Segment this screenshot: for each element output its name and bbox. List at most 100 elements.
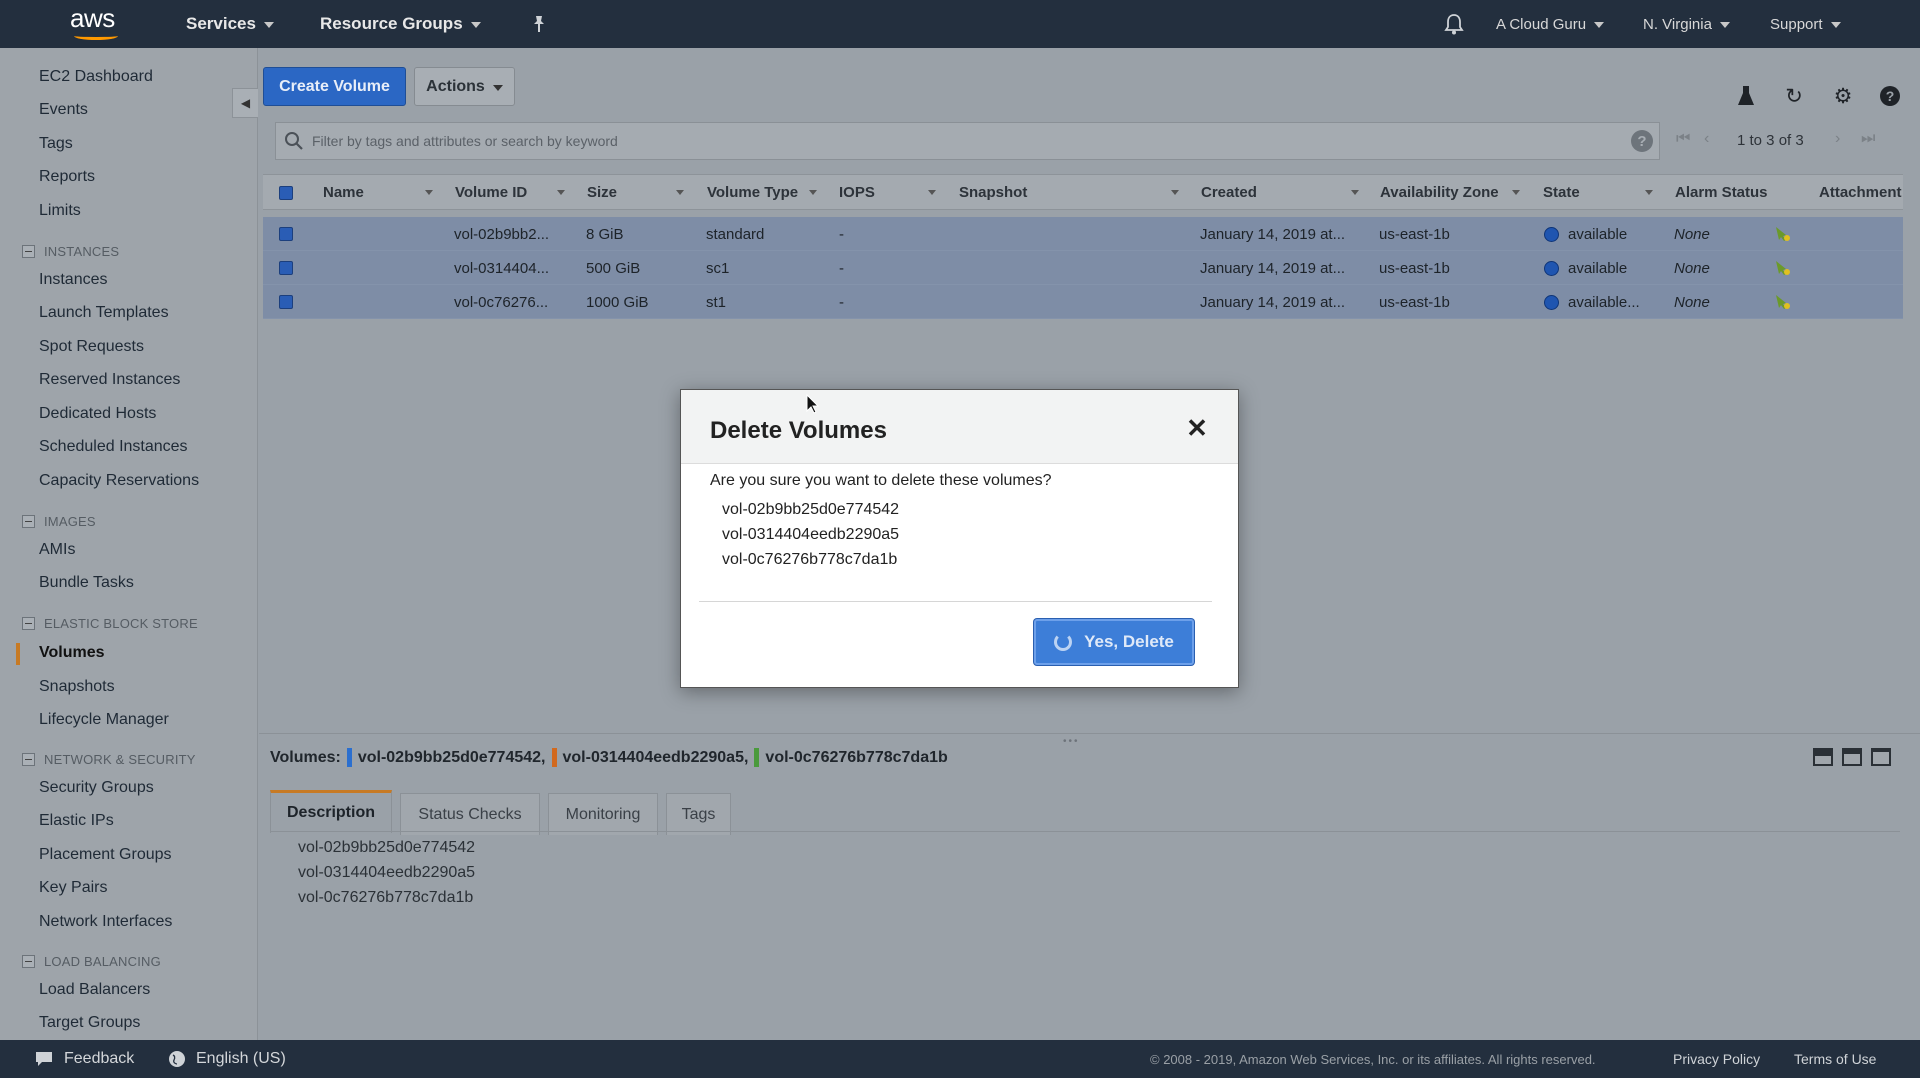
sort-icon[interactable] <box>809 190 817 195</box>
search-help-icon[interactable]: ? <box>1631 130 1653 152</box>
table-row[interactable]: vol-0c76276... 1000 GiB st1 - January 14… <box>263 285 1903 319</box>
feedback-link[interactable]: Feedback <box>34 1050 134 1068</box>
col-alarm-status[interactable]: Alarm Status <box>1675 184 1768 201</box>
attachment-icon[interactable] <box>1773 258 1791 276</box>
sidebar-section-network-security[interactable]: NETWORK & SECURITY <box>22 752 196 767</box>
volume-color-marker <box>551 748 557 767</box>
close-icon[interactable]: ✕ <box>1183 413 1211 443</box>
sidebar-item-volumes[interactable]: Volumes <box>39 644 105 662</box>
terms-of-use-link[interactable]: Terms of Use <box>1794 1051 1876 1067</box>
row-checkbox[interactable] <box>279 261 293 275</box>
sort-icon[interactable] <box>676 190 684 195</box>
row-checkbox[interactable] <box>279 227 293 241</box>
sidebar-section-load-balancing[interactable]: LOAD BALANCING <box>22 954 161 969</box>
help-icon[interactable]: ? <box>1878 84 1902 108</box>
table-row[interactable]: vol-02b9bb2... 8 GiB standard - January … <box>263 217 1903 251</box>
col-iops[interactable]: IOPS <box>839 184 875 201</box>
services-menu[interactable]: Services <box>186 0 274 48</box>
sort-icon[interactable] <box>557 190 565 195</box>
yes-delete-button[interactable]: Yes, Delete <box>1034 619 1194 665</box>
create-volume-button[interactable]: Create Volume <box>263 67 406 106</box>
sidebar-item-spot-requests[interactable]: Spot Requests <box>39 338 144 356</box>
sidebar-item-capacity-reservations[interactable]: Capacity Reservations <box>39 472 199 490</box>
table-row[interactable]: vol-0314404... 500 GiB sc1 - January 14,… <box>263 251 1903 285</box>
sidebar-item-network-interfaces[interactable]: Network Interfaces <box>39 913 172 931</box>
sidebar-item-scheduled-instances[interactable]: Scheduled Instances <box>39 438 188 456</box>
sidebar-item-lifecycle-manager[interactable]: Lifecycle Manager <box>39 711 169 729</box>
sidebar-section-images[interactable]: IMAGES <box>22 514 96 529</box>
account-menu[interactable]: A Cloud Guru <box>1496 0 1605 48</box>
bell-icon[interactable] <box>1444 0 1464 48</box>
next-page-icon[interactable]: › <box>1835 130 1840 148</box>
aws-logo[interactable]: aws <box>70 5 130 42</box>
col-volume-id[interactable]: Volume ID <box>455 184 527 201</box>
refresh-icon[interactable]: ↻ <box>1782 84 1806 108</box>
sidebar-section-elastic-block-store[interactable]: ELASTIC BLOCK STORE <box>22 616 198 631</box>
sort-icon[interactable] <box>1351 190 1359 195</box>
resize-grip-icon[interactable]: ••• <box>1063 736 1080 747</box>
sidebar-item-events[interactable]: Events <box>39 101 88 119</box>
select-all-checkbox[interactable] <box>279 186 293 200</box>
language-selector[interactable]: English (US) <box>168 1050 286 1068</box>
sidebar-item-load-balancers[interactable]: Load Balancers <box>39 981 150 999</box>
sidebar-item-launch-templates[interactable]: Launch Templates <box>39 304 169 322</box>
sidebar-item-limits[interactable]: Limits <box>39 202 81 220</box>
actions-button[interactable]: Actions <box>414 67 515 106</box>
panel-bottom-icon[interactable] <box>1813 748 1833 766</box>
search-input[interactable]: Filter by tags and attributes or search … <box>312 133 618 149</box>
last-page-icon[interactable]: ⏭ <box>1861 130 1875 148</box>
attachment-icon[interactable] <box>1773 292 1791 310</box>
details-divider[interactable] <box>259 733 1920 734</box>
copyright-text: © 2008 - 2019, Amazon Web Services, Inc.… <box>1150 1052 1596 1067</box>
sidebar-item-security-groups[interactable]: Security Groups <box>39 779 154 797</box>
sidebar-item-ec2-dashboard[interactable]: EC2 Dashboard <box>39 68 153 86</box>
search-bar[interactable]: Filter by tags and attributes or search … <box>275 122 1660 160</box>
gear-icon[interactable]: ⚙ <box>1831 84 1855 108</box>
sidebar-item-instances[interactable]: Instances <box>39 271 107 289</box>
privacy-policy-link[interactable]: Privacy Policy <box>1673 1051 1760 1067</box>
row-checkbox[interactable] <box>279 295 293 309</box>
sidebar-item-key-pairs[interactable]: Key Pairs <box>39 879 107 897</box>
tab-description[interactable]: Description <box>270 790 392 833</box>
sidebar-item-amis[interactable]: AMIs <box>39 541 75 559</box>
attachment-icon[interactable] <box>1773 224 1791 242</box>
tab-monitoring[interactable]: Monitoring <box>548 793 658 835</box>
sidebar-item-reports[interactable]: Reports <box>39 168 95 186</box>
collapse-sidebar-toggle[interactable]: ◀ <box>232 88 258 118</box>
sidebar-item-tags[interactable]: Tags <box>39 135 73 153</box>
sidebar-section-instances[interactable]: INSTANCES <box>22 244 119 259</box>
resource-groups-menu[interactable]: Resource Groups <box>320 0 481 48</box>
panel-split-icon[interactable] <box>1842 748 1862 766</box>
sort-icon[interactable] <box>1171 190 1179 195</box>
first-page-icon[interactable]: ⏮ <box>1676 130 1690 148</box>
col-availability-zone[interactable]: Availability Zone <box>1380 184 1499 201</box>
pin-icon[interactable] <box>532 0 546 48</box>
prev-page-icon[interactable]: ‹ <box>1704 130 1709 148</box>
support-menu[interactable]: Support <box>1770 0 1841 48</box>
sort-icon[interactable] <box>425 190 433 195</box>
col-snapshot[interactable]: Snapshot <box>959 184 1027 201</box>
sidebar-item-dedicated-hosts[interactable]: Dedicated Hosts <box>39 405 156 423</box>
col-name[interactable]: Name <box>323 184 364 201</box>
sidebar-item-elastic-ips[interactable]: Elastic IPs <box>39 812 114 830</box>
sidebar-item-snapshots[interactable]: Snapshots <box>39 678 115 696</box>
tab-status-checks[interactable]: Status Checks <box>400 793 540 835</box>
sort-icon[interactable] <box>1512 190 1520 195</box>
cell-alarm-status: None <box>1674 226 1710 243</box>
sort-icon[interactable] <box>928 190 936 195</box>
region-menu[interactable]: N. Virginia <box>1643 0 1730 48</box>
col-state[interactable]: State <box>1543 184 1580 201</box>
sidebar-item-bundle-tasks[interactable]: Bundle Tasks <box>39 574 134 592</box>
panel-full-icon[interactable] <box>1871 748 1891 766</box>
col-volume-type[interactable]: Volume Type <box>707 184 798 201</box>
col-size[interactable]: Size <box>587 184 617 201</box>
col-attachment[interactable]: Attachment <box>1819 184 1902 201</box>
sidebar-item-placement-groups[interactable]: Placement Groups <box>39 846 172 864</box>
tab-tags[interactable]: Tags <box>666 793 731 835</box>
selected-volume-id: vol-0314404eedb2290a5, <box>562 748 749 766</box>
flask-icon[interactable] <box>1734 84 1758 108</box>
sidebar-item-reserved-instances[interactable]: Reserved Instances <box>39 371 180 389</box>
sidebar-item-target-groups[interactable]: Target Groups <box>39 1014 140 1032</box>
sort-icon[interactable] <box>1645 190 1653 195</box>
col-created[interactable]: Created <box>1201 184 1257 201</box>
